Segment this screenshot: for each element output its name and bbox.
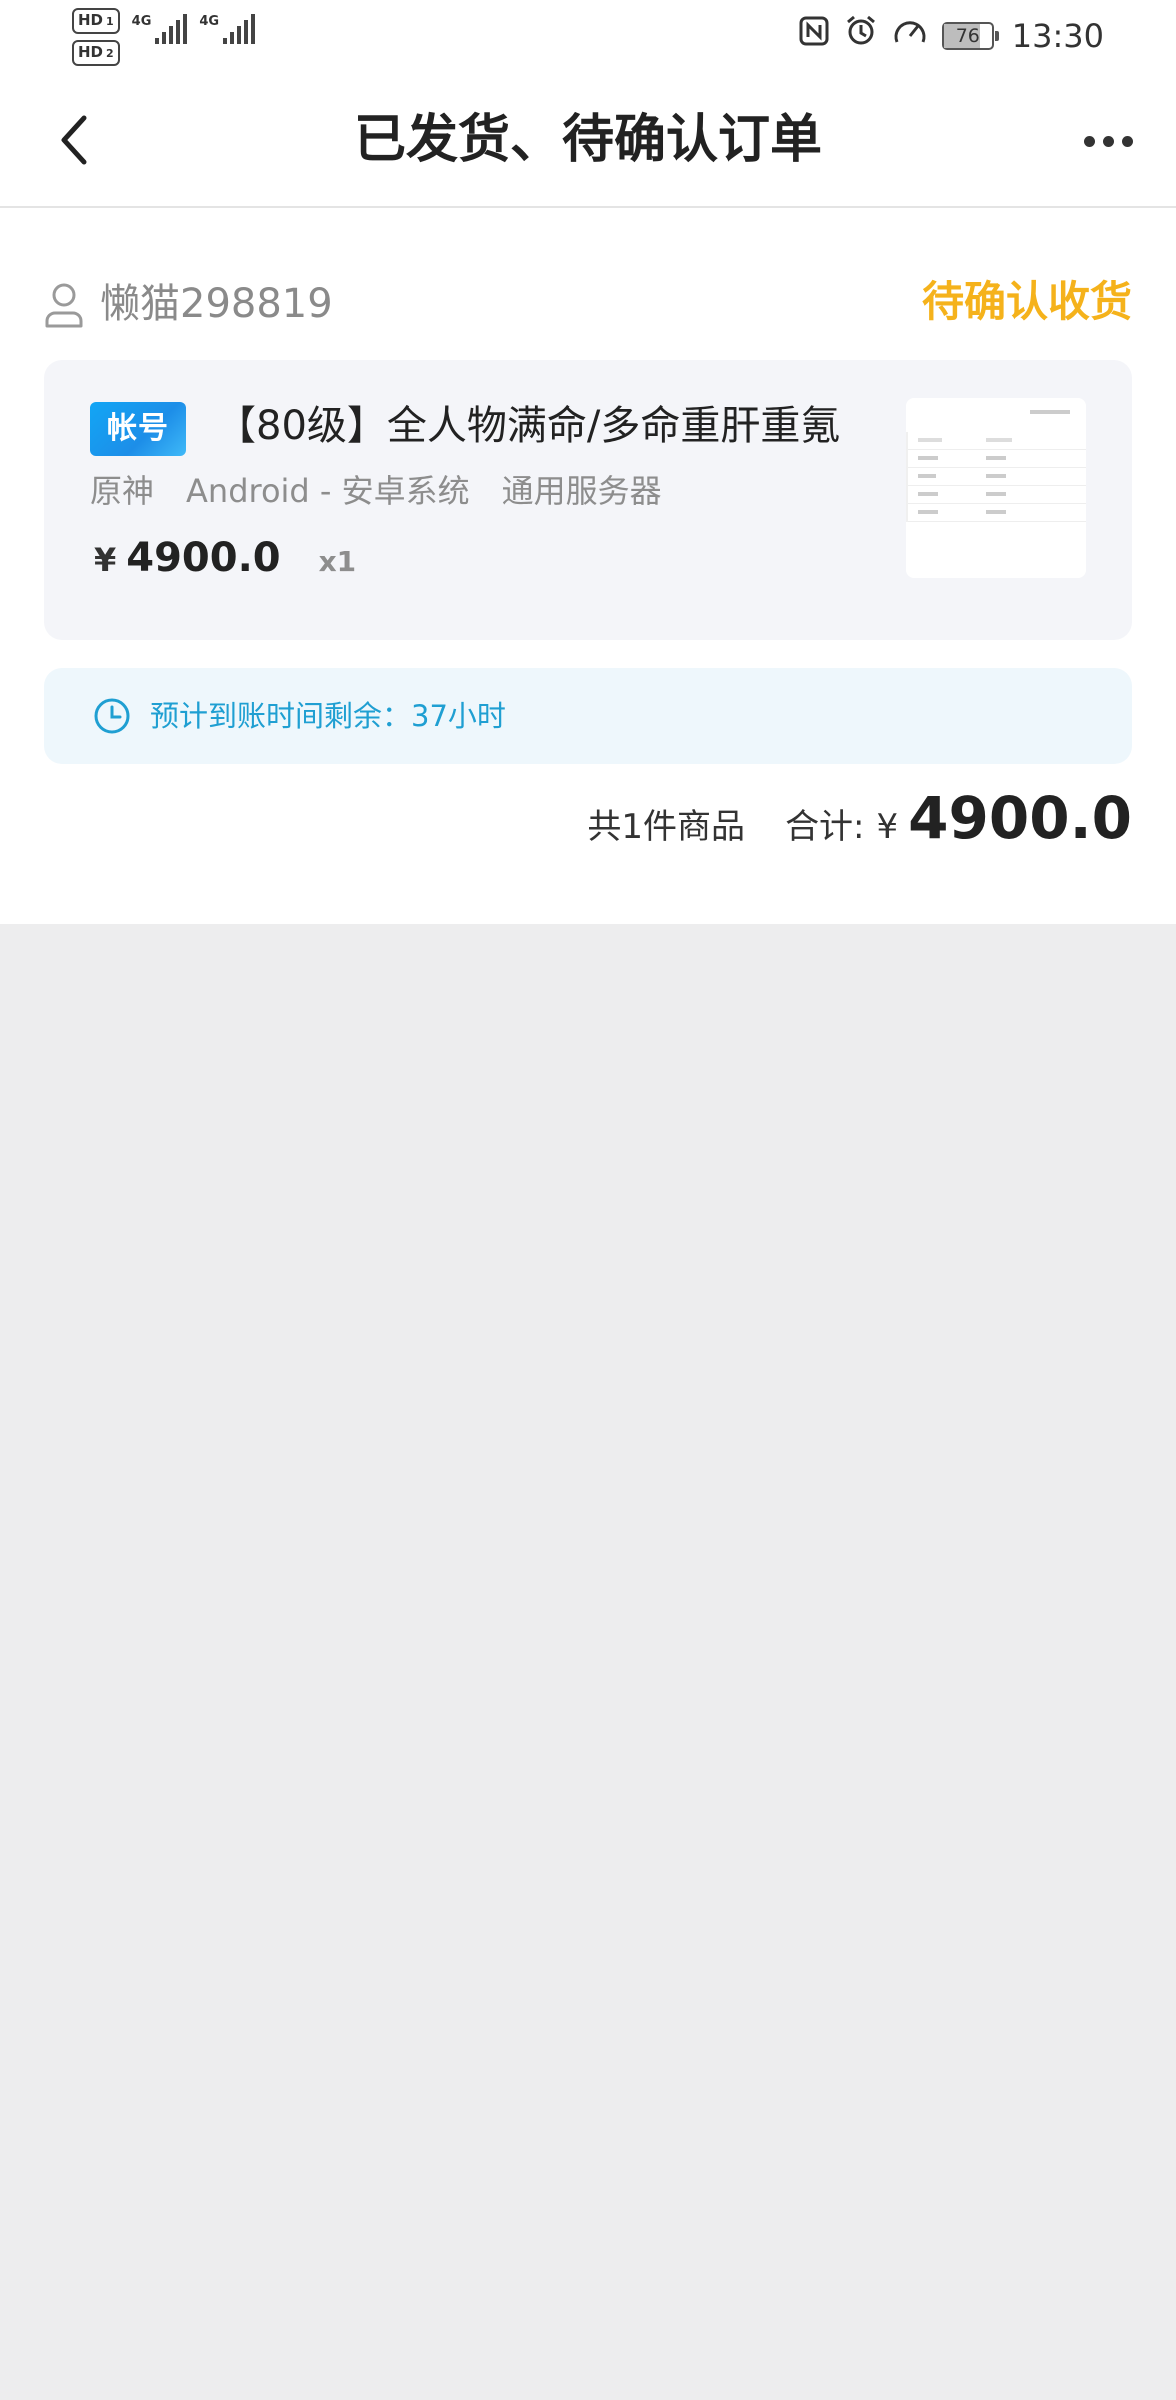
status-bar: HD 1 HD 2 4G 4G 76 13:30: [0, 0, 1176, 72]
network-type-2: 4G: [199, 14, 220, 29]
signal-1: 4G: [132, 14, 188, 44]
more-options-icon[interactable]: [1080, 126, 1136, 156]
clock-time: 13:30: [1011, 16, 1104, 55]
goods-server: 通用服务器: [501, 472, 662, 510]
order-card: 懒猫298819 待确认收货 帐号 【80级】全人物满命/多命重肝重氪 原神 An…: [0, 208, 1176, 924]
status-left: HD 1 HD 2 4G 4G: [72, 8, 256, 68]
total-amount: 4900.0: [908, 784, 1132, 852]
nav-bar: 已发货、待确认订单: [0, 72, 1176, 208]
goods-price: ¥4900.0 x1: [94, 530, 356, 594]
nfc-icon: [798, 15, 830, 56]
sim1-badge: HD 1: [72, 8, 120, 34]
order-status: 待确认收货: [921, 277, 1132, 326]
goods-quantity: x1: [318, 545, 357, 578]
screen: HD 1 HD 2 4G 4G 76 13:30 已发货、待确认订单 懒猫298…: [0, 0, 1176, 2400]
goods-game: 原神: [90, 472, 155, 510]
goods-thumbnail: [906, 398, 1086, 578]
signal-bars-2-icon: [223, 14, 256, 44]
signal-2: 4G: [199, 14, 256, 44]
seller-name[interactable]: 懒猫298819: [100, 276, 333, 332]
item-count: 共1件商品: [587, 807, 746, 847]
alarm-icon: [844, 14, 878, 57]
order-summary: 共1件商品 合计: ¥ 4900.0: [587, 784, 1132, 864]
clock-icon: [94, 698, 130, 734]
price-currency: ¥: [94, 541, 117, 579]
sim-indicators: HD 1 HD 2: [72, 8, 120, 66]
goods-title: 【80级】全人物满命/多命重肝重氪: [216, 403, 841, 449]
user-icon: [45, 283, 83, 328]
battery-icon: 76: [941, 21, 999, 50]
arrival-notice: 预计到账时间剩余：37小时: [44, 668, 1132, 764]
speedometer-icon: [892, 14, 928, 57]
price-amount: 4900.0: [126, 535, 281, 581]
total-label: 合计:: [785, 807, 865, 847]
total-currency: ¥: [876, 807, 899, 847]
arrival-notice-text: 预计到账时间剩余：37小时: [150, 699, 506, 733]
goods-platform: Android - 安卓系统: [186, 472, 470, 510]
page-title: 已发货、待确认订单: [353, 110, 822, 170]
battery-level: 76: [955, 24, 980, 47]
goods-item[interactable]: 帐号 【80级】全人物满命/多命重肝重氪 原神 Android - 安卓系统 通用服…: [44, 360, 1132, 640]
network-type-1: 4G: [131, 14, 152, 29]
sim2-badge: HD 2: [72, 40, 120, 66]
order-header: 懒猫298819 待确认收货: [44, 268, 1132, 344]
status-right: 76 13:30: [798, 14, 1104, 57]
goods-meta: 原神 Android - 安卓系统 通用服务器: [90, 468, 662, 514]
account-tag-badge: 帐号: [90, 402, 186, 456]
signal-bars-1-icon: [155, 14, 188, 44]
